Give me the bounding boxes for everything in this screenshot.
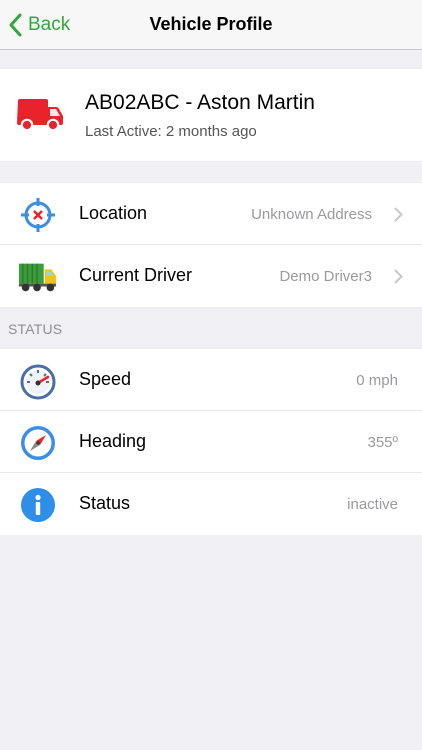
speed-value: 0 mph <box>356 372 398 389</box>
speedometer-icon <box>18 361 58 401</box>
speed-row: Speed 0 mph <box>0 349 422 411</box>
vehicle-header-card: AB02ABC - Aston Martin Last Active: 2 mo… <box>0 69 422 161</box>
truck-icon <box>18 257 58 297</box>
vehicle-info-group: Location Unknown Address Current Driver <box>0 183 422 307</box>
current-driver-value: Demo Driver3 <box>279 268 372 285</box>
status-section-header: STATUS <box>8 321 63 337</box>
speed-label: Speed <box>79 369 132 389</box>
last-active-text: Last Active: 2 months ago <box>85 123 257 140</box>
chevron-right-icon <box>394 207 403 222</box>
navigation-bar: Back Vehicle Profile <box>0 0 422 50</box>
vehicle-name: AB02ABC - Aston Martin <box>85 91 315 114</box>
location-target-icon <box>18 195 58 235</box>
status-value: inactive <box>347 496 398 513</box>
location-value: Unknown Address <box>251 206 372 223</box>
current-driver-row[interactable]: Current Driver Demo Driver3 <box>0 245 422 307</box>
status-row: Status inactive <box>0 473 422 535</box>
heading-label: Heading <box>79 431 147 451</box>
info-icon <box>18 485 58 525</box>
van-icon <box>17 99 63 131</box>
heading-row: Heading 355º <box>0 411 422 473</box>
page-title: Vehicle Profile <box>149 14 273 34</box>
heading-value: 355º <box>367 434 398 451</box>
status-label: Status <box>79 493 131 513</box>
status-group: Speed 0 mph Heading 355º Status inactive <box>0 349 422 535</box>
location-label: Location <box>79 203 148 223</box>
current-driver-label: Current Driver <box>79 265 193 285</box>
location-row[interactable]: Location Unknown Address <box>0 183 422 245</box>
chevron-right-icon <box>394 269 403 284</box>
compass-icon <box>18 423 58 463</box>
